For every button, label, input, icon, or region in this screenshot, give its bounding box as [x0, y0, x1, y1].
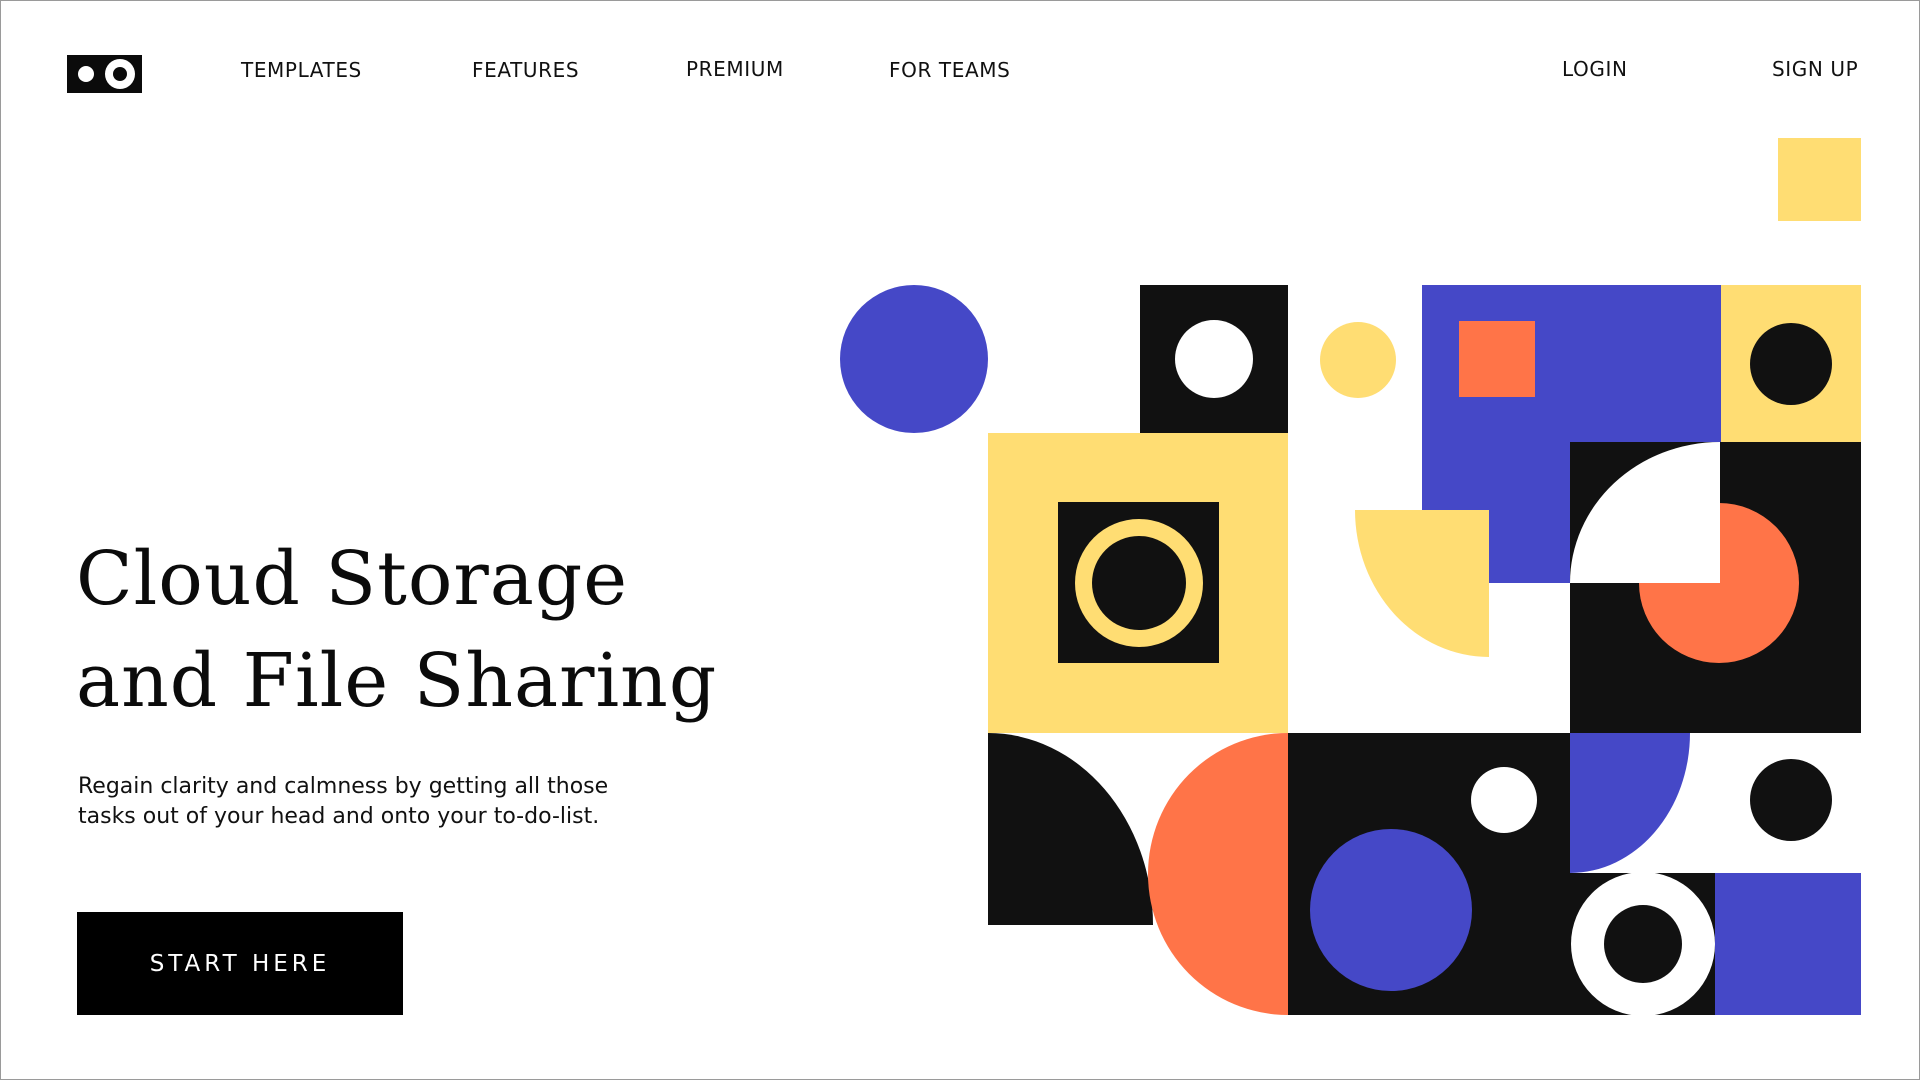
orange-small-square — [1459, 321, 1535, 397]
small-yellow-square — [1778, 138, 1861, 221]
yellow-ring-hole — [1092, 536, 1186, 630]
yellow-quarter-shape — [1355, 510, 1489, 657]
small-yellow-circle — [1320, 322, 1396, 398]
white-dot — [1175, 320, 1253, 398]
black-dot-right — [1750, 323, 1832, 405]
blue-square-bottom — [1715, 873, 1861, 1015]
blue-quarter — [1570, 733, 1690, 873]
orange-half-circle — [1148, 733, 1288, 1015]
white-ring-hole — [1604, 905, 1682, 983]
white-dot-bottom — [1471, 767, 1537, 833]
blue-circle — [840, 285, 988, 433]
black-dot-bottom-right — [1750, 759, 1832, 841]
geometric-illustration — [840, 138, 1861, 1016]
blue-circle-bottom — [1310, 829, 1472, 991]
